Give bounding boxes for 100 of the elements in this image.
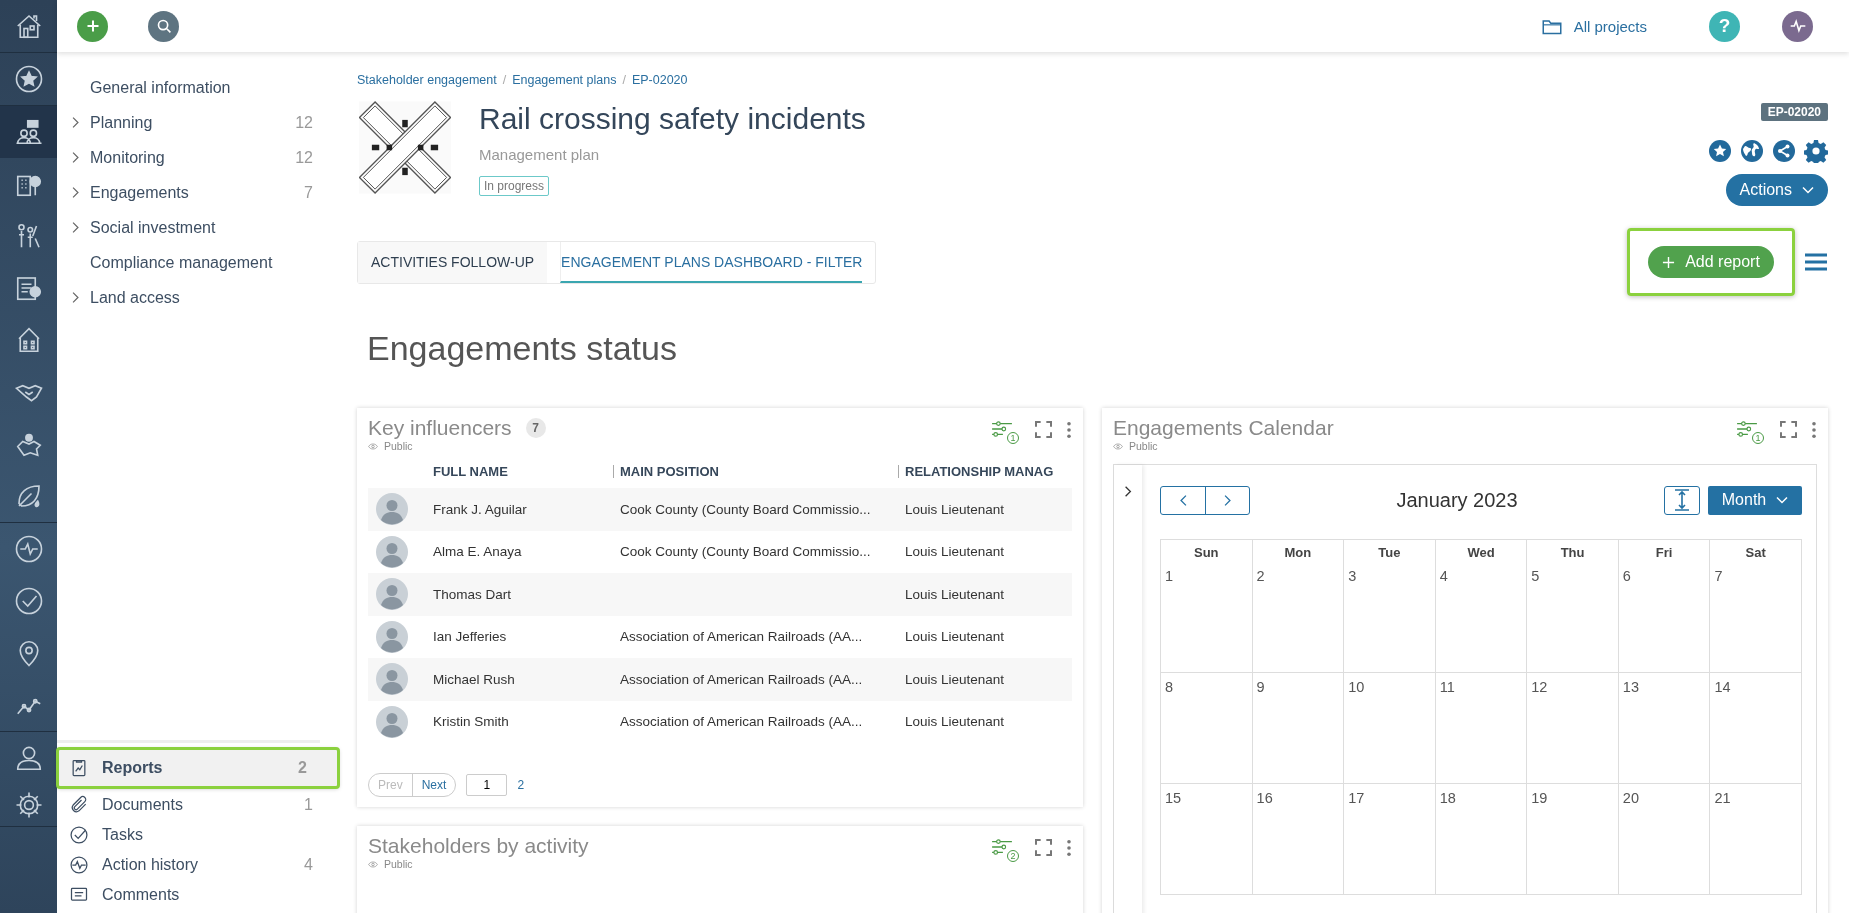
sidebar-item[interactable]: Action history 4 <box>57 850 345 880</box>
weekday-header: Tue <box>1344 540 1436 562</box>
table-cell-text: Cook County (County Board Commissio... <box>620 501 872 517</box>
next-button[interactable]: Next <box>411 774 456 796</box>
avatar-icon <box>376 535 408 568</box>
sidebar-item[interactable]: Reports 2 <box>57 748 339 788</box>
settings-button[interactable] <box>1804 139 1828 163</box>
day-cell[interactable]: 13 <box>1618 673 1711 784</box>
caret-icon <box>1776 496 1789 504</box>
page-title: Rail crossing safety incidents <box>479 102 866 136</box>
chevron-right-icon <box>71 186 80 199</box>
share-button[interactable] <box>1772 139 1796 163</box>
expand-button[interactable] <box>1035 421 1052 438</box>
id-badge: EP-02020 <box>1760 103 1828 121</box>
day-cell[interactable]: 12 <box>1527 673 1619 784</box>
sidebar-item[interactable]: Planning 12 <box>57 105 345 140</box>
sidebar-item[interactable]: Engagements 7 <box>57 175 345 210</box>
day-cell[interactable]: 5 <box>1527 562 1619 673</box>
share-icon <box>1772 139 1796 163</box>
all-projects-link[interactable]: All projects <box>1541 17 1647 35</box>
visibility-label: Public <box>368 440 546 452</box>
sidebar-item[interactable]: Documents 1 <box>57 790 345 820</box>
menu-icon <box>1804 252 1828 272</box>
day-cell[interactable]: 17 <box>1344 784 1436 895</box>
breadcrumb-link[interactable]: Engagement plans <box>512 73 617 87</box>
visibility-label: Public <box>1113 440 1334 452</box>
table-cell-text: Cook County (County Board Commissio... <box>620 544 872 560</box>
page-input[interactable]: 1 <box>466 774 508 796</box>
expand-button[interactable] <box>1780 421 1797 438</box>
widget-title: Stakeholders by activity <box>368 834 589 858</box>
page-link[interactable]: 2 <box>517 778 525 792</box>
day-number: 15 <box>1165 790 1182 806</box>
search-button[interactable] <box>148 10 179 42</box>
breadcrumb-link[interactable]: EP-02020 <box>631 73 688 87</box>
table-cell-text: Louis Lieutenant <box>905 501 1006 517</box>
column-header[interactable]: RELATIONSHIP MANAG <box>905 463 1072 479</box>
actions-button[interactable]: Actions <box>1725 174 1828 206</box>
day-cell[interactable]: 11 <box>1435 673 1528 784</box>
view-dropdown[interactable]: Month <box>1708 485 1802 515</box>
day-cell[interactable]: 10 <box>1344 673 1436 784</box>
table-cell-text: Association of American Railroads (AA... <box>620 629 864 645</box>
day-cell[interactable]: 9 <box>1252 673 1345 784</box>
table-cell-text: Louis Lieutenant <box>905 714 1006 730</box>
filter-button[interactable]: 2 <box>991 838 1021 862</box>
filter-button[interactable]: 1 <box>1736 420 1766 444</box>
day-cell[interactable]: 7 <box>1710 562 1802 673</box>
day-cell[interactable]: 15 <box>1161 784 1253 895</box>
menu-button[interactable] <box>1804 252 1828 272</box>
sidebar-item[interactable]: Tasks <box>57 820 345 850</box>
tab[interactable]: ENGAGEMENT PLANS DASHBOARD - FILTER <box>560 241 863 283</box>
day-cell[interactable]: 1 <box>1161 562 1253 673</box>
sidebar-item[interactable]: Land access <box>57 280 345 315</box>
weekday-header: Mon <box>1252 540 1345 562</box>
section-heading: Engagements status <box>367 328 678 369</box>
more-button[interactable] <box>1066 421 1072 439</box>
weekday-header: Fri <box>1618 540 1711 562</box>
more-button[interactable] <box>1066 839 1072 857</box>
table-cell-text: Thomas Dart <box>433 586 513 602</box>
column-header[interactable]: FULL NAME <box>433 463 607 479</box>
pulse-icon <box>13 534 44 564</box>
more-button[interactable] <box>1811 421 1817 439</box>
filter-button[interactable]: 1 <box>991 420 1021 444</box>
chevron-right-icon <box>71 151 80 164</box>
expand-button[interactable] <box>1035 839 1052 856</box>
kebab-menu-icon <box>1066 839 1072 857</box>
breadcrumb-link[interactable]: Stakeholder engagement <box>357 73 497 87</box>
chevron-right-icon <box>1124 485 1132 498</box>
check-circle-icon <box>13 586 44 616</box>
table-cell-text: Louis Lieutenant <box>905 586 1006 602</box>
day-cell[interactable]: 21 <box>1710 784 1802 895</box>
globe-button[interactable] <box>1740 139 1764 163</box>
day-cell[interactable]: 14 <box>1710 673 1802 784</box>
sidebar-item[interactable]: Comments <box>57 880 345 910</box>
day-cell[interactable]: 4 <box>1435 562 1528 673</box>
settings-icon <box>1804 139 1828 163</box>
day-cell[interactable]: 3 <box>1344 562 1436 673</box>
tab[interactable]: ACTIVITIES FOLLOW-UP <box>358 241 548 283</box>
weekday-header: Sat <box>1710 540 1802 562</box>
day-cell[interactable]: 20 <box>1618 784 1711 895</box>
star-button[interactable] <box>1708 139 1732 163</box>
sidebar-item[interactable]: Compliance management <box>57 245 345 280</box>
day-number: 16 <box>1256 790 1273 806</box>
day-cell[interactable]: 2 <box>1252 562 1345 673</box>
sidebar-item[interactable]: Monitoring 12 <box>57 140 345 175</box>
day-cell[interactable]: 18 <box>1435 784 1528 895</box>
table-cell-text: Alma E. Anaya <box>433 544 523 560</box>
nav-rail-item[interactable] <box>0 106 57 158</box>
day-cell[interactable]: 16 <box>1252 784 1345 895</box>
day-cell[interactable]: 6 <box>1618 562 1711 673</box>
weekday-header: Sun <box>1161 540 1253 562</box>
plus-icon <box>1662 255 1676 269</box>
activity-button[interactable] <box>1782 10 1813 42</box>
sidebar-item[interactable]: Social investment <box>57 210 345 245</box>
sidebar-item[interactable]: General information <box>57 70 345 105</box>
day-cell[interactable]: 8 <box>1161 673 1253 784</box>
column-header[interactable]: MAIN POSITION <box>620 463 892 479</box>
fit-height-button[interactable] <box>1664 485 1700 515</box>
calendar-month-title: January 2023 <box>1395 488 1519 512</box>
day-cell[interactable]: 19 <box>1527 784 1619 895</box>
add-button[interactable] <box>77 10 108 42</box>
